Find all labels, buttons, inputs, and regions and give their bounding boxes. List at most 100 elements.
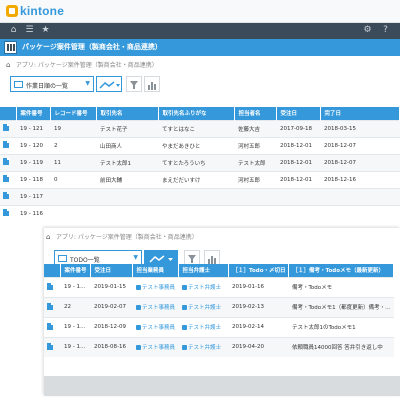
- breadcrumb-text[interactable]: アプリ: パッケージ案件管理（製商会社・商品連携）: [56, 234, 198, 241]
- cell: 2019-02-07: [90, 296, 132, 317]
- user-icon: [136, 325, 141, 330]
- record-detail-icon[interactable]: [47, 302, 53, 310]
- cell: 0: [50, 170, 96, 188]
- table-row[interactable]: 19 - 1… 2018-12-09 テスト事務員 テスト弁護士 2019-02…: [44, 316, 394, 337]
- table-row[interactable]: 19 - 120 2 山田商人 やまだあきひと 河村五郎 2018-12-01 …: [0, 136, 400, 154]
- user-icon: [136, 345, 141, 351]
- cell: 2018-12-09: [90, 316, 132, 337]
- help-icon[interactable]: ?: [380, 25, 391, 36]
- table-row[interactable]: 19 - 118 0 前田大輔 まえだだいすけ 河村五郎 2018-12-01 …: [0, 170, 400, 188]
- user-icon: [182, 325, 187, 330]
- column-header[interactable]: 取引先名: [96, 107, 159, 120]
- table-row[interactable]: 22 2019-02-07 テスト事務員 テスト弁護士 2019-02-13 備…: [44, 296, 394, 317]
- list-icon[interactable]: ☰: [24, 25, 35, 36]
- cell: 2019-01-16: [228, 276, 288, 297]
- record-detail-icon[interactable]: [3, 209, 9, 217]
- column-header[interactable]: 担当業務員: [132, 264, 179, 277]
- chart-button[interactable]: [144, 76, 160, 92]
- front-breadcrumb: ⌂ アプリ: パッケージ案件管理（製商会社・商品連携）: [46, 232, 198, 244]
- gear-icon[interactable]: ⚙: [362, 25, 373, 36]
- column-header-icon: [44, 264, 61, 277]
- cell: やまだあきひと: [158, 136, 234, 154]
- column-header[interactable]: ［１］備考・Todoメモ（最新更新）: [288, 264, 394, 277]
- cell: 2019-02-13: [228, 296, 288, 317]
- logo-text: kintone: [20, 4, 65, 18]
- cell: 19 - 118: [16, 170, 50, 188]
- cell: テスト太郎: [234, 153, 276, 171]
- table-row[interactable]: 19 - 116: [0, 204, 400, 222]
- record-detail-icon[interactable]: [3, 192, 9, 199]
- cell: 19 - 117: [16, 187, 50, 205]
- cell: 2018-03-15: [320, 119, 400, 137]
- column-header[interactable]: 取引先名ふりがな: [158, 107, 235, 120]
- breadcrumb-home-icon[interactable]: ⌂: [46, 233, 54, 241]
- view-select[interactable]: 作業日順の一覧 ▼: [10, 76, 94, 92]
- cell: 2018-12-01: [276, 170, 320, 188]
- kintone-logo[interactable]: kintone: [6, 4, 64, 18]
- user-icon: [136, 285, 141, 290]
- cell: 河村五郎: [234, 170, 276, 188]
- filter-button[interactable]: [126, 76, 142, 92]
- breadcrumb-text[interactable]: アプリ: パッケージ案件管理（製商会社・商品連携）: [16, 62, 158, 69]
- cell: 2018-12-01: [276, 153, 320, 171]
- cell: 19 - 1…: [60, 276, 90, 297]
- column-header[interactable]: 担当者名: [234, 107, 277, 120]
- cell: 19 - 119: [16, 153, 50, 171]
- table-header-row: 案件番号 受注日 担当業務員 担当弁護士 ［１］Todo・〆切日 ［１］備考・T…: [44, 264, 394, 277]
- record-detail-icon[interactable]: [3, 158, 9, 165]
- record-detail-icon[interactable]: [3, 175, 9, 182]
- user-link[interactable]: テスト事務員: [142, 305, 175, 311]
- app-title-bar: パッケージ案件管理（製商会社・商品連携）: [0, 39, 400, 56]
- column-header[interactable]: 受注日: [276, 107, 321, 120]
- table-row[interactable]: 19 - 117: [0, 187, 400, 205]
- cell: 河村五郎: [234, 136, 276, 154]
- user-link[interactable]: テスト弁護士: [188, 325, 221, 331]
- user-link[interactable]: テスト事務員: [142, 325, 175, 331]
- cell: 前田大輔: [96, 170, 158, 188]
- app-icon: [4, 41, 17, 54]
- record-detail-icon[interactable]: [3, 141, 9, 148]
- graph-button[interactable]: [96, 76, 122, 92]
- cell: テスト太郎1: [96, 153, 158, 171]
- star-icon[interactable]: ★: [40, 25, 51, 36]
- record-detail-icon[interactable]: [47, 342, 53, 350]
- column-header[interactable]: 案件番号: [60, 264, 91, 277]
- user-link[interactable]: テスト弁護士: [188, 285, 221, 291]
- column-header[interactable]: 担当弁護士: [178, 264, 229, 277]
- cell: 2018-12-16: [320, 170, 400, 188]
- cell: 2018-12-01: [276, 136, 320, 154]
- graph-icon: [99, 81, 120, 89]
- table-row[interactable]: 19 - 121 19 テスト花子 てすとはなこ 佐藤大吉 2017-09-18…: [0, 119, 400, 137]
- cell: 11: [50, 153, 96, 171]
- user-link[interactable]: テスト事務員: [142, 285, 175, 291]
- column-header[interactable]: レコード番号: [50, 107, 97, 120]
- cell: 19 - 1…: [60, 336, 90, 357]
- cell: 2018-12-07: [320, 136, 400, 154]
- record-detail-icon[interactable]: [47, 322, 53, 330]
- table-row[interactable]: 19 - 1… 2018-08-16 テスト事務員 テスト弁護士 2019-04…: [44, 336, 394, 357]
- user-icon: [182, 285, 187, 290]
- record-detail-icon[interactable]: [47, 282, 53, 290]
- cell: 2018-12-07: [320, 153, 400, 171]
- horizontal-scrollbar[interactable]: [44, 376, 400, 396]
- view-select-label: 作業日順の一覧: [26, 83, 69, 90]
- bar-chart-icon: [148, 82, 156, 90]
- global-nav: ⌂ ☰ ★ ⚙ ?: [0, 23, 400, 39]
- user-link[interactable]: テスト弁護士: [188, 305, 221, 311]
- column-header[interactable]: 案件番号: [16, 107, 51, 120]
- breadcrumb-home-icon[interactable]: ⌂: [6, 61, 14, 69]
- column-header[interactable]: 完了日: [320, 107, 400, 120]
- view-select-label: TODO一覧: [70, 257, 100, 264]
- column-header[interactable]: ［１］Todo・〆切日: [228, 264, 289, 277]
- cell: 佐藤大吉: [234, 119, 276, 137]
- breadcrumb: ⌂ アプリ: パッケージ案件管理（製商会社・商品連携）: [6, 60, 158, 72]
- kintone-header: kintone: [0, 0, 400, 23]
- home-icon[interactable]: ⌂: [8, 25, 19, 36]
- user-link[interactable]: テスト弁護士: [188, 345, 221, 351]
- cell: 19 - 1…: [60, 316, 90, 337]
- table-row[interactable]: 19 - 1… 2019-01-15 テスト事務員 テスト弁護士 2019-01…: [44, 276, 394, 297]
- table-row[interactable]: 19 - 119 11 テスト太郎1 てすとたろういち テスト太郎 2018-1…: [0, 153, 400, 171]
- user-link[interactable]: テスト事務員: [142, 345, 175, 351]
- record-detail-icon[interactable]: [3, 124, 9, 131]
- column-header[interactable]: 受注日: [90, 264, 133, 277]
